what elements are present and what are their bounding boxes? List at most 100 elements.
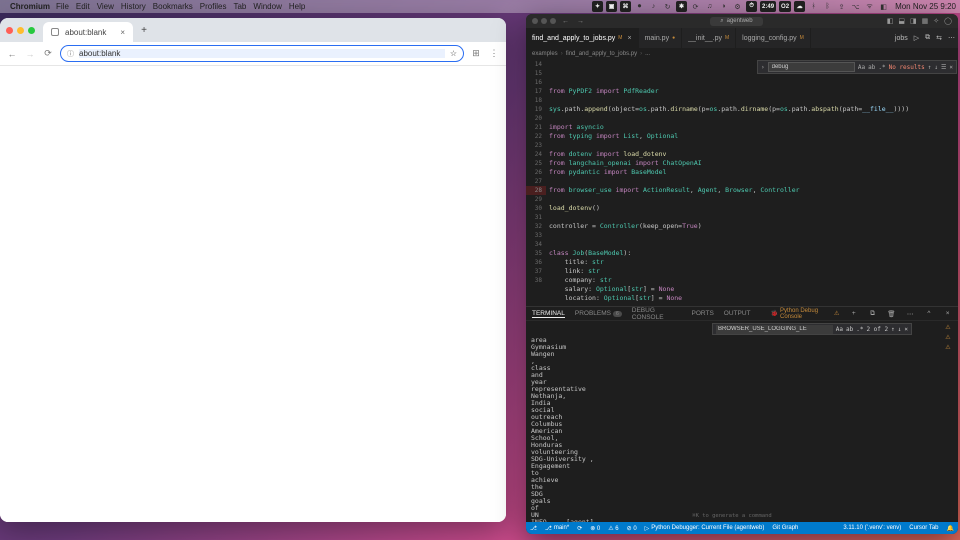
- line-number[interactable]: 15: [526, 69, 546, 78]
- ports-indicator[interactable]: ⊘ 0: [627, 525, 637, 532]
- menubar-extra-icon[interactable]: ↻: [662, 1, 673, 12]
- code-editor[interactable]: 1415161718192021222324252627282930313233…: [526, 60, 958, 304]
- menubar-wifi-icon[interactable]: ᯤ: [864, 1, 875, 12]
- layout-bottom-icon[interactable]: ⬓: [898, 17, 905, 25]
- line-number[interactable]: 14: [526, 60, 546, 69]
- close-tab-icon[interactable]: ×: [120, 28, 125, 37]
- new-tab-button[interactable]: +: [137, 23, 151, 37]
- menubar-bluetooth-icon[interactable]: ᛒ: [822, 1, 833, 12]
- menubar-timer[interactable]: 2:49: [760, 1, 776, 12]
- run-config-label[interactable]: jobs: [892, 35, 911, 42]
- editor-tab[interactable]: __init__.py M: [682, 28, 736, 48]
- ports-tab[interactable]: PORTS: [692, 310, 714, 317]
- minimize-window-button[interactable]: [17, 27, 24, 34]
- breadcrumb-segment[interactable]: find_and_apply_to_jobs.py: [566, 51, 637, 57]
- code-area[interactable]: › Aa ab .* No results ↑ ↓ ☰ × from PyPDF…: [546, 60, 958, 304]
- extensions-icon[interactable]: ⊞: [470, 48, 482, 60]
- menu-view[interactable]: View: [97, 2, 114, 11]
- terminal-output[interactable]: area Gymnasium Wangen , class and year r…: [526, 321, 938, 522]
- line-number[interactable]: 16: [526, 78, 546, 87]
- menubar-cloud-icon[interactable]: ☁: [794, 1, 805, 12]
- url-input[interactable]: [79, 49, 445, 58]
- nav-fwd-icon[interactable]: →: [577, 18, 584, 25]
- menubar-extra-icon[interactable]: ⌘: [620, 1, 631, 12]
- find-close-icon[interactable]: ☰: [941, 63, 946, 72]
- editor-find-widget[interactable]: › Aa ab .* No results ↑ ↓ ☰ ×: [757, 60, 957, 74]
- expand-find-icon[interactable]: ›: [761, 63, 765, 72]
- line-number[interactable]: 20: [526, 114, 546, 123]
- menubar-extra-icon[interactable]: ♪: [648, 1, 659, 12]
- minimize-window-button[interactable]: [541, 18, 547, 24]
- browser-menu-icon[interactable]: ⋮: [488, 48, 500, 60]
- sync-button[interactable]: ⟳: [577, 525, 582, 532]
- split-terminal-icon[interactable]: ⧉: [868, 310, 877, 318]
- line-number[interactable]: 36: [526, 258, 546, 267]
- line-number[interactable]: 24: [526, 150, 546, 159]
- line-number[interactable]: 30: [526, 204, 546, 213]
- bookmark-star-icon[interactable]: ☆: [450, 49, 457, 58]
- run-play-icon[interactable]: ▷: [911, 34, 922, 42]
- menubar-extra-icon[interactable]: ◑: [718, 1, 729, 12]
- warnings-indicator[interactable]: ⚠ 6: [608, 525, 618, 532]
- line-number[interactable]: 26: [526, 168, 546, 177]
- output-tab[interactable]: OUTPUT: [724, 310, 751, 317]
- warning-icon[interactable]: ⚠: [945, 324, 950, 331]
- menubar-extra-icon[interactable]: ⟳: [690, 1, 701, 12]
- menu-history[interactable]: History: [121, 2, 146, 11]
- maximize-window-button[interactable]: [28, 27, 35, 34]
- menubar-extra-icon[interactable]: ⏺: [634, 1, 645, 12]
- more-actions-icon[interactable]: ⋯: [945, 34, 958, 42]
- menu-tab[interactable]: Tab: [233, 2, 246, 11]
- menu-profiles[interactable]: Profiles: [200, 2, 227, 11]
- regex-icon[interactable]: .*: [878, 63, 885, 72]
- line-number[interactable]: 31: [526, 213, 546, 222]
- menu-file[interactable]: File: [56, 2, 69, 11]
- whole-word-icon[interactable]: ab: [868, 63, 875, 72]
- menu-bookmarks[interactable]: Bookmarks: [153, 2, 193, 11]
- remote-indicator[interactable]: ⎇: [530, 525, 537, 532]
- new-terminal-icon[interactable]: +: [849, 310, 858, 317]
- line-number[interactable]: 27: [526, 177, 546, 186]
- terminal-profile-selector[interactable]: 🐞Python Debug Console⚠: [771, 308, 840, 320]
- debug-config[interactable]: ▷Python Debugger: Current File (agentweb…: [645, 525, 765, 532]
- menubar-extra-icon[interactable]: ♫: [704, 1, 715, 12]
- debug-console-tab[interactable]: DEBUG CONSOLE: [632, 307, 682, 321]
- menubar-battery-icon[interactable]: ◧: [878, 1, 889, 12]
- breadcrumb-segment[interactable]: ...: [645, 51, 650, 57]
- close-panel-icon[interactable]: ×: [943, 310, 952, 317]
- whole-word-icon[interactable]: ab: [846, 326, 853, 333]
- regex-icon[interactable]: .*: [856, 326, 863, 333]
- close-window-button[interactable]: [532, 18, 538, 24]
- more-actions-icon[interactable]: ⋯: [906, 310, 915, 318]
- menubar-o2-icon[interactable]: O2: [779, 1, 791, 12]
- cursor-tab[interactable]: Cursor Tab: [909, 525, 938, 531]
- forward-button[interactable]: →: [24, 48, 36, 60]
- editor-tab[interactable]: main.py ●: [639, 28, 683, 48]
- terminal-tab[interactable]: TERMINAL: [532, 310, 565, 318]
- back-button[interactable]: ←: [6, 48, 18, 60]
- warning-icon[interactable]: ⚠: [945, 334, 950, 341]
- menu-help[interactable]: Help: [289, 2, 305, 11]
- match-case-icon[interactable]: Aa: [858, 63, 865, 72]
- menubar-extra-icon[interactable]: ✱: [676, 1, 687, 12]
- menubar-app-name[interactable]: Chromium: [10, 2, 50, 11]
- site-info-icon[interactable]: ⓘ: [67, 49, 74, 59]
- line-number[interactable]: 25: [526, 159, 546, 168]
- line-number[interactable]: 34: [526, 240, 546, 249]
- split-editor-icon[interactable]: ⧉: [922, 34, 933, 42]
- line-number[interactable]: 29: [526, 195, 546, 204]
- next-match-icon[interactable]: ↓: [898, 326, 902, 333]
- line-number[interactable]: 32: [526, 222, 546, 231]
- menubar-extra-icon[interactable]: ✦: [592, 1, 603, 12]
- command-center[interactable]: ⌕ agentweb: [710, 17, 762, 26]
- menubar-stopwatch-icon[interactable]: ⏱: [746, 1, 757, 12]
- line-number[interactable]: 19: [526, 105, 546, 114]
- nav-back-icon[interactable]: ←: [562, 18, 569, 25]
- menubar-datetime[interactable]: Mon Nov 25 9:20: [895, 2, 956, 11]
- git-graph[interactable]: Git Graph: [772, 525, 798, 531]
- close-find-icon[interactable]: ×: [904, 326, 908, 333]
- find-input[interactable]: [768, 62, 855, 72]
- menubar-option-icon[interactable]: ⌥: [850, 1, 861, 12]
- layout-right-icon[interactable]: ◨: [910, 17, 917, 25]
- next-match-icon[interactable]: ↓: [934, 63, 938, 72]
